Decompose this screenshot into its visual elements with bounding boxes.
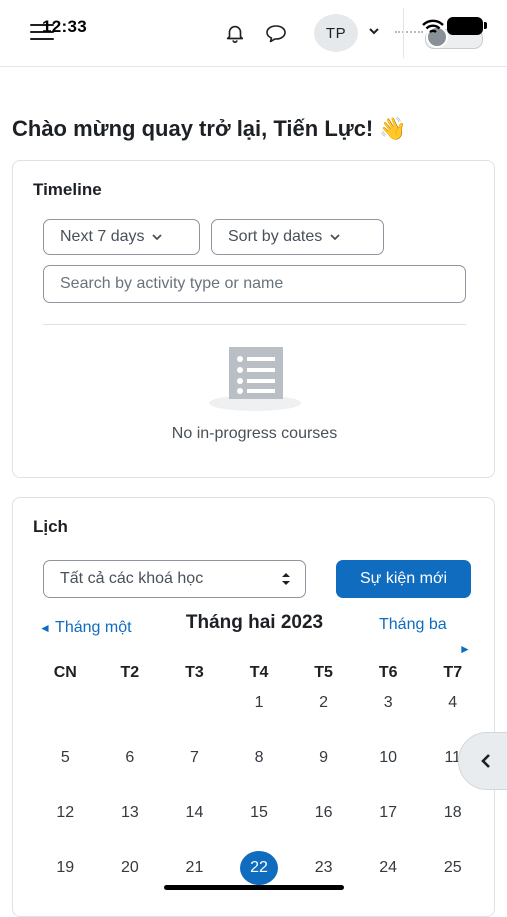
course-filter-label: Tất cả các khoá học <box>60 570 204 587</box>
weekday-label: T2 <box>120 664 140 681</box>
calendar-day[interactable]: 13 <box>98 798 163 828</box>
calendar-day <box>33 688 98 718</box>
status-bar-time: 12:33 <box>42 17 87 36</box>
calendar-day[interactable]: 4 <box>420 688 485 718</box>
calendar-day[interactable]: 3 <box>356 688 421 718</box>
sort-label: Sort by dates <box>228 228 323 245</box>
chevron-down-icon[interactable] <box>368 26 380 36</box>
calendar-day[interactable]: 10 <box>356 743 421 773</box>
empty-state-text: No in-progress courses <box>171 425 338 442</box>
calendar-day[interactable]: 17 <box>356 798 421 828</box>
calendar-day[interactable]: 23 <box>291 853 356 883</box>
calendar-day[interactable]: 1 <box>227 688 292 718</box>
calendar-day-today[interactable]: 22 <box>227 851 292 885</box>
weekday-label: T3 <box>185 664 204 681</box>
calendar-day[interactable]: 8 <box>227 743 292 773</box>
calendar-title: Lịch <box>33 517 68 536</box>
calendar-day[interactable]: 20 <box>98 853 163 883</box>
home-indicator <box>164 885 344 890</box>
calendar-day[interactable]: 5 <box>33 743 98 773</box>
weekday-label: CN <box>53 664 77 681</box>
timeline-card: Timeline Next 7 days Sort by dates Searc… <box>12 160 495 478</box>
calendar-day[interactable]: 7 <box>162 743 227 773</box>
calendar-day[interactable]: 15 <box>227 798 292 828</box>
calendar-week-row: 12 13 14 15 16 17 18 <box>33 798 485 828</box>
calendar-day[interactable]: 6 <box>98 743 163 773</box>
user-avatar[interactable]: TP <box>314 14 358 52</box>
top-navbar: 12:33 TP <box>0 0 507 67</box>
bell-icon[interactable] <box>224 22 246 44</box>
chat-bubble-icon[interactable] <box>264 23 288 43</box>
next-month-arrow-icon[interactable]: ► <box>459 642 471 656</box>
timeline-day-filter-dropdown[interactable]: Next 7 days <box>43 219 200 255</box>
calendar-day[interactable]: 19 <box>33 853 98 883</box>
timeline-title: Timeline <box>33 180 102 199</box>
calendar-day <box>162 688 227 718</box>
course-list-illustration-icon <box>209 347 301 411</box>
calendar-day[interactable]: 9 <box>291 743 356 773</box>
wifi-icon <box>422 19 444 34</box>
battery-tip <box>484 22 487 29</box>
calendar-day[interactable]: 14 <box>162 798 227 828</box>
chevron-left-icon <box>481 754 490 768</box>
calendar-week-row: 19 20 21 22 23 24 25 <box>33 851 485 885</box>
select-arrows-icon <box>282 573 290 585</box>
battery-icon <box>447 17 483 35</box>
chevron-down-icon <box>330 234 340 241</box>
calendar-card: Lịch Tất cả các khoá học Sự kiện mới ◄ T… <box>12 497 495 917</box>
weekday-label: T4 <box>249 664 269 681</box>
block-drawer-toggle[interactable] <box>458 732 507 790</box>
calendar-week-row: 5 6 7 8 9 10 11 <box>33 743 485 773</box>
new-event-button[interactable]: Sự kiện mới <box>336 560 471 598</box>
calendar-day[interactable]: 12 <box>33 798 98 828</box>
timeline-sort-dropdown[interactable]: Sort by dates <box>211 219 384 255</box>
next-month-link[interactable]: Tháng ba <box>379 616 479 634</box>
calendar-day <box>98 688 163 718</box>
calendar-day[interactable]: 24 <box>356 853 421 883</box>
weekday-label: T5 <box>314 664 333 681</box>
timeline-search-input[interactable]: Search by activity type or name <box>43 265 466 303</box>
calendar-day[interactable]: 21 <box>162 853 227 883</box>
course-filter-select[interactable]: Tất cả các khoá học <box>43 560 306 598</box>
calendar-day[interactable]: 16 <box>291 798 356 828</box>
chevron-down-icon <box>152 234 163 241</box>
welcome-heading: Chào mừng quay trở lại, Tiến Lực! 👋 <box>12 116 407 141</box>
weekday-label: T7 <box>443 664 463 681</box>
calendar-day[interactable]: 18 <box>420 798 485 828</box>
weekday-label: T6 <box>378 664 398 681</box>
calendar-week-row: 1 2 3 4 <box>33 688 485 718</box>
today-marker: 22 <box>240 851 279 885</box>
timeline-divider <box>43 324 466 325</box>
day-filter-label: Next 7 days <box>60 228 145 245</box>
navbar-divider <box>403 8 404 58</box>
weekday-header: CN T2 T3 T4 T5 T6 T7 <box>33 664 485 682</box>
separator-dots <box>395 31 423 33</box>
calendar-day[interactable]: 25 <box>420 853 485 883</box>
calendar-day[interactable]: 2 <box>291 688 356 718</box>
